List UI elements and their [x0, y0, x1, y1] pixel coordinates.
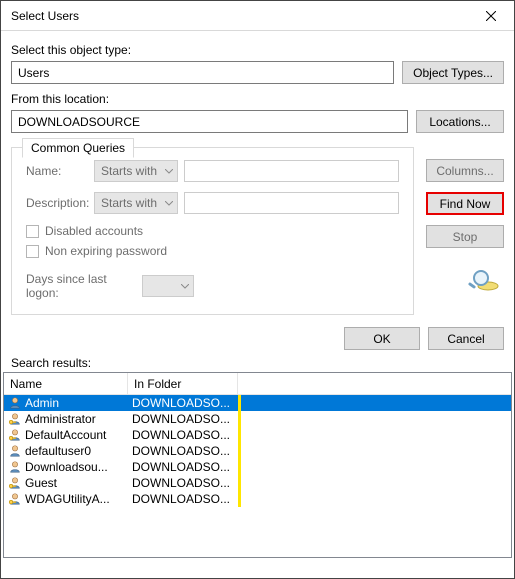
common-queries-box: Common Queries Name: Starts with Descrip… — [11, 147, 414, 315]
object-types-button[interactable]: Object Types... — [402, 61, 504, 84]
user-icon — [8, 396, 22, 410]
chevron-down-icon — [165, 201, 173, 206]
table-row[interactable]: defaultuser0 DOWNLOADSO... — [4, 443, 511, 459]
cell-folder: DOWNLOADSO... — [128, 476, 238, 490]
results-header: Name In Folder — [4, 373, 511, 395]
object-type-value: Users — [18, 66, 49, 80]
cell-folder: DOWNLOADSO... — [128, 460, 238, 474]
cell-name-text: Guest — [25, 476, 57, 490]
table-row[interactable]: DefaultAccount DOWNLOADSO... — [4, 427, 511, 443]
non-expiring-checkbox — [26, 245, 39, 258]
cell-folder: DOWNLOADSO... — [128, 396, 238, 410]
disabled-accounts-label: Disabled accounts — [45, 224, 143, 238]
columns-button: Columns... — [426, 159, 504, 182]
results-list[interactable]: Name In Folder AdminDOWNLOADSO...Adminis… — [3, 372, 512, 558]
user-icon — [8, 460, 22, 474]
cell-name: Guest — [4, 476, 128, 490]
disabled-accounts-checkbox — [26, 225, 39, 238]
table-row[interactable]: Guest DOWNLOADSO... — [4, 475, 511, 491]
name-filter-label: Name: — [26, 164, 88, 178]
stop-button: Stop — [426, 225, 504, 248]
cell-name-text: Downloadsou... — [25, 460, 108, 474]
desc-match-value: Starts with — [101, 196, 157, 210]
days-since-combo — [142, 275, 194, 297]
table-row[interactable]: Administrator DOWNLOADSO... — [4, 411, 511, 427]
location-field[interactable]: DOWNLOADSOURCE — [11, 110, 408, 133]
user-icon — [8, 476, 22, 490]
cell-name: Administrator — [4, 412, 128, 426]
table-row[interactable]: WDAGUtilityA... DOWNLOADSO... — [4, 491, 511, 507]
location-value: DOWNLOADSOURCE — [18, 115, 140, 129]
cell-folder: DOWNLOADSO... — [128, 428, 238, 442]
name-filter-input — [184, 160, 399, 182]
search-results-label: Search results: — [11, 356, 504, 370]
desc-filter-label: Description: — [26, 196, 88, 210]
cell-folder: DOWNLOADSO... — [128, 444, 238, 458]
tab-common-queries[interactable]: Common Queries — [22, 138, 134, 158]
header-name[interactable]: Name — [4, 373, 128, 394]
close-icon — [486, 11, 496, 21]
cell-name-text: Administrator — [25, 412, 96, 426]
locations-button[interactable]: Locations... — [416, 110, 504, 133]
table-row[interactable]: Admin DOWNLOADSO... — [4, 395, 511, 411]
object-type-label: Select this object type: — [11, 43, 504, 57]
cell-name-text: DefaultAccount — [25, 428, 106, 442]
chevron-down-icon — [165, 169, 173, 174]
non-expiring-label: Non expiring password — [45, 244, 167, 258]
ok-button[interactable]: OK — [344, 327, 420, 350]
cell-name: Admin — [4, 396, 128, 410]
close-button[interactable] — [468, 1, 514, 31]
window-title: Select Users — [11, 9, 468, 23]
name-match-value: Starts with — [101, 164, 157, 178]
cell-name-text: WDAGUtilityA... — [25, 492, 110, 506]
name-match-combo: Starts with — [94, 160, 178, 182]
from-location-label: From this location: — [11, 92, 504, 106]
column-resize-highlight — [238, 395, 241, 507]
cancel-button[interactable]: Cancel — [428, 327, 504, 350]
titlebar: Select Users — [1, 1, 514, 31]
magnifier-icon — [468, 268, 504, 292]
user-icon — [8, 492, 22, 506]
user-icon — [8, 428, 22, 442]
desc-match-combo: Starts with — [94, 192, 178, 214]
cell-name-text: Admin — [25, 396, 59, 410]
user-icon — [8, 412, 22, 426]
object-type-field[interactable]: Users — [11, 61, 394, 84]
find-now-button[interactable]: Find Now — [426, 192, 504, 215]
cell-folder: DOWNLOADSO... — [128, 412, 238, 426]
cell-name: defaultuser0 — [4, 444, 128, 458]
header-folder[interactable]: In Folder — [128, 373, 238, 394]
user-icon — [8, 444, 22, 458]
desc-filter-input — [184, 192, 399, 214]
cell-name: Downloadsou... — [4, 460, 128, 474]
days-since-label: Days since last logon: — [26, 272, 136, 300]
cell-name: WDAGUtilityA... — [4, 492, 128, 506]
cell-folder: DOWNLOADSO... — [128, 492, 238, 506]
chevron-down-icon — [181, 284, 189, 289]
table-row[interactable]: Downloadsou... DOWNLOADSO... — [4, 459, 511, 475]
cell-name-text: defaultuser0 — [25, 444, 91, 458]
cell-name: DefaultAccount — [4, 428, 128, 442]
